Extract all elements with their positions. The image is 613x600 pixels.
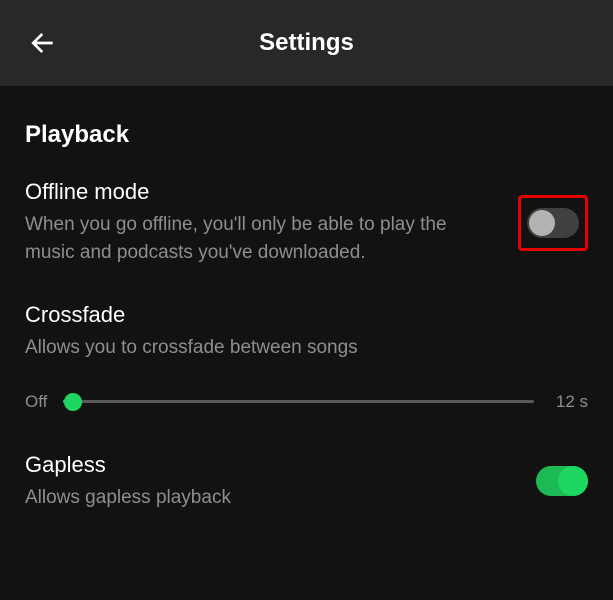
setting-text-gapless: Gapless Allows gapless playback: [25, 452, 536, 512]
offline-mode-toggle[interactable]: [527, 208, 579, 238]
header: Settings: [0, 0, 613, 86]
gapless-toggle[interactable]: [536, 466, 588, 496]
crossfade-label-max: 12 s: [556, 392, 588, 412]
setting-text-offline-mode: Offline mode When you go offline, you'll…: [25, 179, 518, 266]
toggle-knob: [529, 210, 555, 236]
crossfade-title: Crossfade: [25, 302, 588, 328]
crossfade-label-off: Off: [25, 392, 47, 412]
toggle-knob: [558, 466, 588, 496]
crossfade-description: Allows you to crossfade between songs: [25, 334, 588, 362]
settings-content: Playback Offline mode When you go offlin…: [0, 121, 613, 511]
highlight-box: [518, 195, 588, 251]
gapless-description: Allows gapless playback: [25, 484, 516, 512]
offline-mode-description: When you go offline, you'll only be able…: [25, 211, 498, 266]
slider-thumb[interactable]: [64, 393, 82, 411]
crossfade-slider-row: Off 12 s: [25, 392, 588, 412]
crossfade-slider[interactable]: [63, 400, 533, 403]
section-title-playback: Playback: [25, 121, 588, 149]
back-arrow-icon: [26, 27, 58, 59]
offline-mode-title: Offline mode: [25, 179, 498, 205]
setting-row-crossfade: Crossfade Allows you to crossfade betwee…: [25, 302, 588, 412]
setting-row-gapless: Gapless Allows gapless playback: [25, 452, 588, 512]
page-title: Settings: [0, 29, 613, 57]
setting-text-crossfade: Crossfade Allows you to crossfade betwee…: [25, 302, 588, 362]
gapless-title: Gapless: [25, 452, 516, 478]
back-button[interactable]: [22, 23, 62, 63]
setting-row-offline-mode: Offline mode When you go offline, you'll…: [25, 179, 588, 266]
